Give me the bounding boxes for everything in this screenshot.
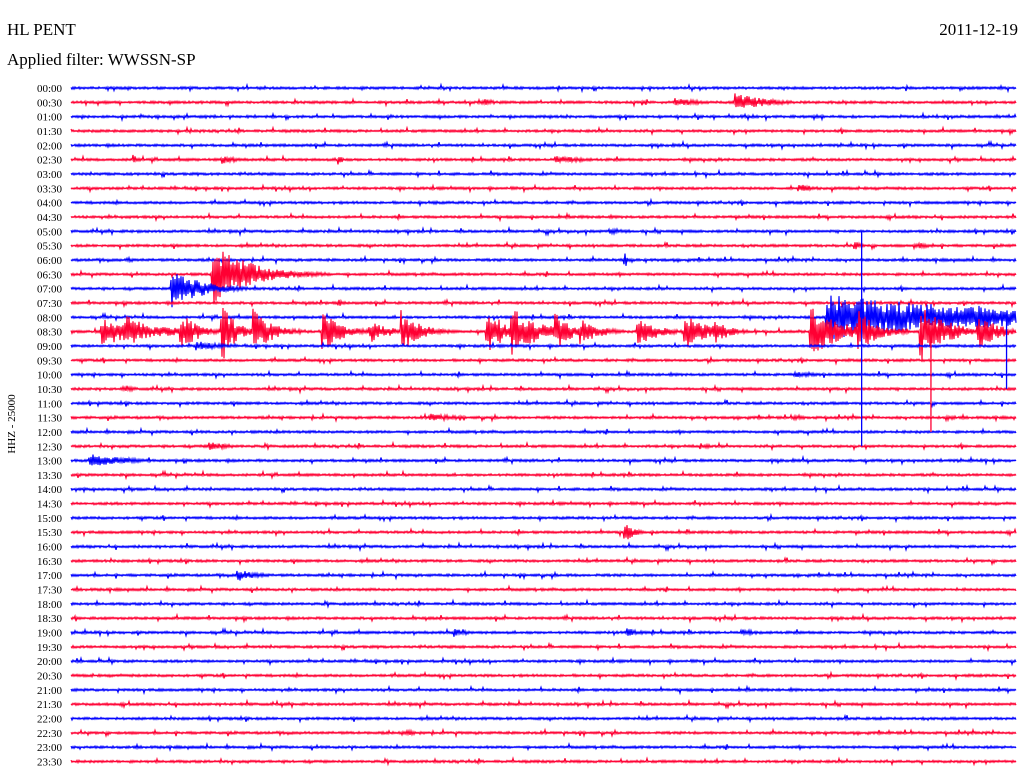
time-tick-label: 12:30 (37, 441, 63, 453)
time-tick-label: 22:00 (37, 714, 63, 726)
trace-row-1130 (70, 412, 1017, 423)
time-tick-label: 04:30 (37, 212, 63, 224)
trace-row-1630 (70, 555, 1017, 567)
time-tick-label: 08:00 (37, 312, 63, 324)
trace-row-0400 (70, 197, 1017, 209)
trace-row-1600 (70, 541, 1017, 553)
time-tick-label: 09:00 (37, 341, 63, 353)
helicorder-page: HL PENT 2011-12-19 Applied filter: WWSSN… (0, 0, 1024, 780)
time-tick-label: 21:30 (37, 699, 63, 711)
time-tick-label: 02:30 (37, 155, 63, 167)
time-tick-label: 20:00 (37, 656, 63, 668)
time-tick-label: 23:00 (37, 742, 63, 754)
time-tick-label: 02:00 (37, 140, 63, 152)
trace-row-1100 (70, 398, 1017, 409)
time-tick-label: 17:00 (37, 570, 63, 582)
trace-row-0100 (70, 111, 1017, 123)
time-tick-label: 08:30 (37, 327, 63, 339)
time-tick-label: 14:00 (37, 484, 63, 496)
time-tick-label: 06:00 (37, 255, 63, 267)
trace-row-1730 (70, 584, 1017, 595)
trace-row-2000 (70, 656, 1017, 667)
trace-row-2300 (70, 742, 1017, 752)
time-tick-label: 06:30 (37, 269, 63, 281)
trace-row-1830 (70, 612, 1017, 624)
time-tick-label: 17:30 (37, 585, 63, 597)
trace-row-0300 (70, 168, 1017, 180)
trace-row-0000 (70, 82, 1017, 94)
trace-row-1430 (70, 498, 1017, 509)
trace-row-0930 (70, 355, 1017, 366)
time-tick-label: 00:00 (37, 83, 63, 95)
time-tick-label: 15:00 (37, 513, 63, 525)
trace-row-1330 (70, 469, 1017, 481)
time-tick-label: 11:30 (37, 413, 62, 425)
trace-row-0530 (70, 240, 1017, 251)
trace-row-2130 (70, 698, 1017, 710)
seismogram-plot: 00:00 00:30 01:00 01:30 02:00 02:30 03:00 03:30… (37, 82, 1017, 769)
time-tick-label: 05:00 (37, 226, 63, 238)
time-tick-label: 03:30 (37, 183, 63, 195)
trace-row-1500 (70, 512, 1017, 524)
time-tick-label: 09:30 (37, 355, 63, 367)
trace-row-2030 (70, 670, 1017, 682)
trace-row-1230 (70, 440, 1017, 452)
trace-row-0130 (70, 125, 1017, 137)
trace-row-1700 (70, 569, 1017, 581)
time-tick-label: 05:30 (37, 241, 63, 253)
trace-row-1530 (70, 525, 1017, 540)
trace-row-0230 (70, 154, 1017, 165)
time-tick-label: 20:30 (37, 671, 63, 683)
time-tick-label: 18:00 (37, 599, 63, 611)
trace-row-0430 (70, 211, 1017, 223)
trace-row-1000 (70, 369, 1017, 380)
trace-row-0330 (70, 183, 1017, 194)
time-tick-label: 01:30 (37, 126, 63, 138)
time-tick-label: 16:30 (37, 556, 63, 568)
trace-row-0500 (70, 225, 1017, 237)
time-tick-label: 19:00 (37, 628, 63, 640)
trace-row-2100 (70, 684, 1017, 696)
time-tick-label: 14:30 (37, 499, 63, 511)
time-tick-label: 11:00 (37, 398, 62, 410)
trace-row-2200 (70, 713, 1017, 724)
trace-row-0900 (70, 341, 1017, 352)
time-tick-label: 10:30 (37, 384, 63, 396)
time-tick-label: 10:00 (37, 370, 63, 382)
time-tick-label: 18:30 (37, 613, 63, 625)
trace-row-1300 (70, 454, 1017, 467)
time-tick-label: 21:00 (37, 685, 63, 697)
time-tick-label: 13:00 (37, 456, 63, 468)
trace-row-1800 (70, 598, 1017, 609)
trace-row-1400 (70, 483, 1017, 495)
time-tick-label: 13:30 (37, 470, 63, 482)
trace-row-2330 (70, 756, 1017, 767)
time-tick-label: 16:00 (37, 542, 63, 554)
time-tick-label: 03:00 (37, 169, 63, 181)
time-tick-label: 07:30 (37, 298, 63, 310)
time-tick-label: 15:30 (37, 527, 63, 539)
trace-row-2230 (70, 727, 1017, 739)
time-tick-label: 00:30 (37, 97, 63, 109)
trace-row-1200 (70, 426, 1017, 437)
time-tick-label: 12:00 (37, 427, 63, 439)
time-tick-label: 04:00 (37, 198, 63, 210)
trace-row-0200 (70, 139, 1017, 151)
time-tick-label: 07:00 (37, 284, 63, 296)
time-tick-label: 23:30 (37, 757, 63, 769)
time-tick-label: 01:00 (37, 112, 63, 124)
time-tick-label: 19:30 (37, 642, 63, 654)
trace-row-0030 (70, 93, 1017, 108)
trace-row-1930 (70, 641, 1017, 653)
trace-row-1900 (70, 627, 1017, 638)
time-tick-label: 22:30 (37, 728, 63, 740)
trace-row-1030 (70, 383, 1017, 395)
